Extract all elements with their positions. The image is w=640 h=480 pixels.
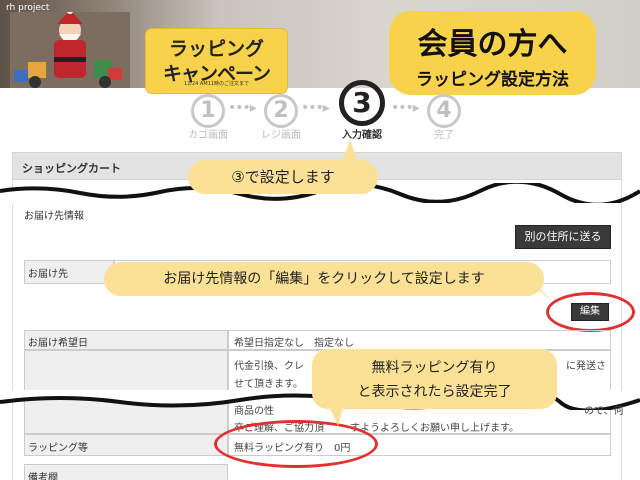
step-arrow-icon: •••▸ bbox=[301, 100, 330, 116]
notice-line1: 代金引換、クレ bbox=[234, 361, 304, 372]
campaign-line1: ラッピング bbox=[168, 38, 264, 60]
member-subtitle: ラッピング設定方法 bbox=[416, 70, 569, 90]
highlight-circle bbox=[214, 420, 378, 468]
notice-line1-end: に発送さ bbox=[566, 361, 606, 372]
step-1-label: カゴ画面 bbox=[188, 130, 228, 141]
cart-title: ショッピングカート bbox=[22, 162, 121, 175]
member-badge: 会員の方へ ラッピング設定方法 bbox=[389, 11, 596, 95]
notice-line2: せて頂きます。 bbox=[234, 379, 303, 390]
step3-callout: ③で設定します bbox=[188, 160, 378, 194]
member-title: 会員の方へ bbox=[417, 27, 568, 62]
step-4-icon: 4 bbox=[427, 94, 461, 128]
other-address-button[interactable]: 別の住所に送る bbox=[515, 225, 611, 249]
callout-pointer-icon bbox=[528, 280, 552, 302]
wrapping-label: ラッピング等 bbox=[28, 443, 88, 454]
delivery-to-label: お届け先 bbox=[28, 269, 68, 280]
highlight-circle bbox=[546, 292, 635, 332]
step-2-icon: 2 bbox=[264, 94, 298, 128]
edit-callout: お届け先情報の「編集」をクリックして設定します bbox=[104, 262, 544, 296]
wrapping-callout-line2: と表示されたら設定完了 bbox=[357, 384, 512, 400]
wrapping-callout-line1: 無料ラッピング有り bbox=[371, 360, 498, 376]
step-1-icon: 1 bbox=[191, 94, 225, 128]
callout-pointer-icon bbox=[342, 140, 358, 162]
step-arrow-icon: •••▸ bbox=[391, 100, 420, 116]
header-banner: rh project ラッピング キャンペーン 12/24 AM11時のご注文ま… bbox=[0, 0, 640, 95]
delivery-info-title: お届け先情報 bbox=[24, 211, 84, 222]
step-2-label: レジ画面 bbox=[261, 130, 301, 141]
notice-line4-end: すようよろしくお願い申し上げます。 bbox=[350, 423, 519, 434]
step-4-label: 完了 bbox=[434, 130, 454, 141]
wrapping-callout: 無料ラッピング有り と表示されたら設定完了 bbox=[312, 349, 557, 409]
notice-line3-start: 商品の性 bbox=[234, 406, 274, 417]
santa-illustration bbox=[10, 12, 130, 88]
delivery-date-value: 希望日指定なし 指定なし bbox=[234, 338, 354, 349]
campaign-note: 12/24 AM11時のご注文まで bbox=[183, 81, 250, 87]
campaign-badge: ラッピング キャンペーン 12/24 AM11時のご注文まで bbox=[146, 29, 287, 93]
notice-line3-end: ので、何 bbox=[584, 406, 624, 417]
step-3-icon: 3 bbox=[339, 80, 385, 126]
remarks-label: 備考欄 bbox=[28, 473, 58, 480]
delivery-date-label: お届け希望日 bbox=[28, 338, 88, 349]
step-3-label: 入力確認 bbox=[342, 130, 382, 141]
step-arrow-icon: •••▸ bbox=[228, 100, 257, 116]
callout-pointer-icon bbox=[328, 404, 344, 426]
